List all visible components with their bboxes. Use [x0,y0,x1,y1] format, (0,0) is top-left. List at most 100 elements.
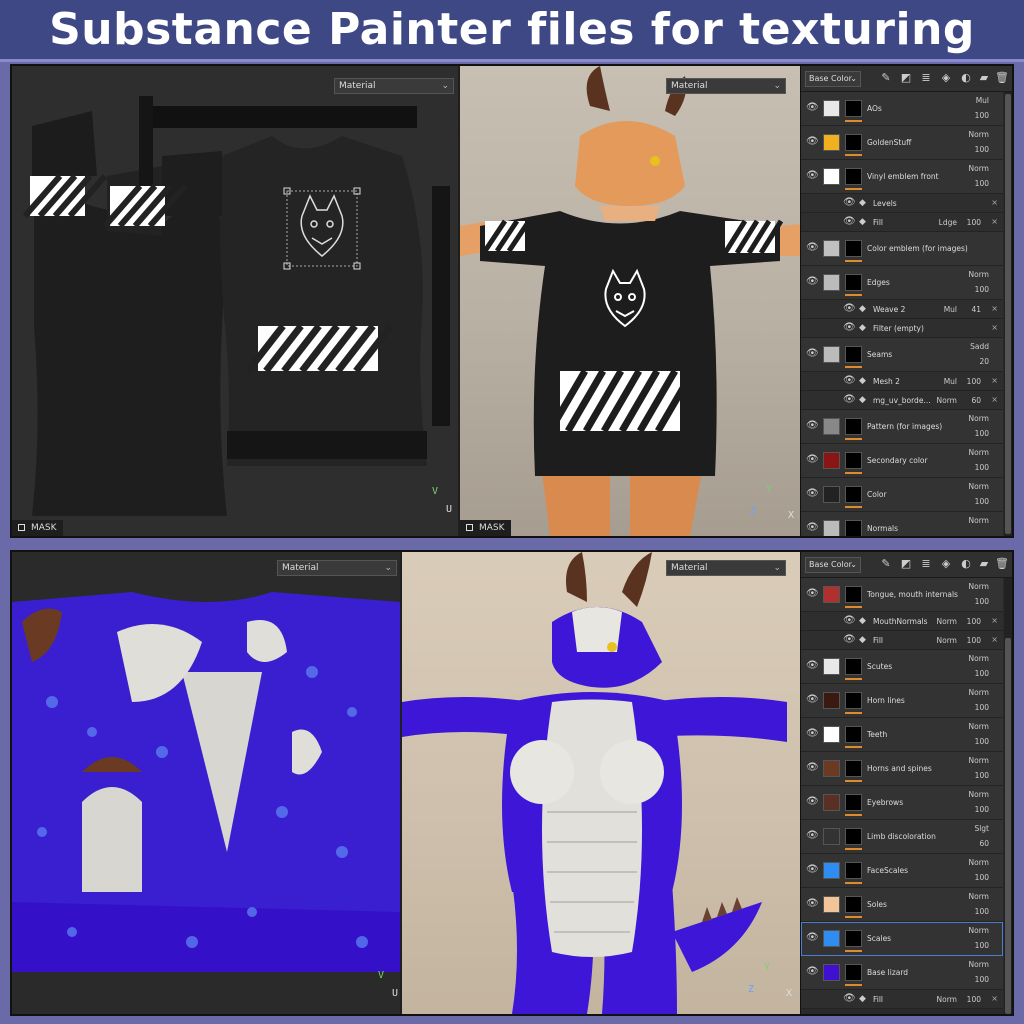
layer-row[interactable]: 👁 Seams Sadd 20 [801,338,1003,372]
blend-mode-dropdown[interactable]: Ldge [939,218,957,227]
layer-row[interactable]: 👁 Secondary color Norm 100 [801,444,1003,478]
blend-mode-dropdown[interactable]: Norm [969,688,989,697]
layer-row[interactable]: 👁 Color Norm 100 [801,478,1003,512]
visibility-eye-icon[interactable]: 👁 [843,375,856,386]
add-fill-icon[interactable]: ◈ [939,557,953,571]
blend-mode-dropdown[interactable]: Norm [937,617,957,626]
visibility-eye-icon[interactable]: 👁 [806,454,819,465]
blend-mode-dropdown[interactable]: Norm [969,582,989,591]
blend-mode-dropdown[interactable]: Norm [969,960,989,969]
opacity-value[interactable]: 100 [975,463,989,472]
remove-effect-icon[interactable]: × [991,635,998,644]
layer-row[interactable]: 👁 Horns and spines Norm 100 [801,752,1003,786]
blend-mode-dropdown[interactable]: Norm [969,482,989,491]
visibility-eye-icon[interactable]: 👁 [806,102,819,113]
visibility-eye-icon[interactable]: 👁 [806,932,819,943]
blend-mode-dropdown[interactable]: Norm [969,892,989,901]
layer-row[interactable]: 👁 Limb discoloration Slgt 60 [801,820,1003,854]
remove-effect-icon[interactable]: × [991,304,998,313]
add-effect-icon[interactable]: ◩ [899,71,913,85]
layer-row[interactable]: 👁 AOs Mul 100 [801,92,1003,126]
3d-viewport-top[interactable]: Material ⌄ Y Z X MASK [460,66,802,536]
visibility-eye-icon[interactable]: 👁 [806,864,819,875]
opacity-value[interactable]: 100 [967,995,981,1004]
blend-mode-dropdown[interactable]: Norm [969,516,989,525]
visibility-eye-icon[interactable]: 👁 [806,170,819,181]
sublayer-row[interactable]: 👁 ◆ Fill Ldge 100 × [801,213,1003,232]
opacity-value[interactable]: 100 [975,285,989,294]
layer-row[interactable]: 👁 Color emblem (for images) [801,232,1003,266]
folder-icon[interactable]: ▰ [977,557,991,571]
visibility-eye-icon[interactable]: 👁 [806,136,819,147]
visibility-eye-icon[interactable]: 👁 [806,660,819,671]
layer-row[interactable]: 👁 GoldenStuff Norm 100 [801,126,1003,160]
blend-mode-dropdown[interactable]: Norm [937,995,957,1004]
visibility-eye-icon[interactable]: 👁 [843,216,856,227]
add-mask-icon[interactable]: ◐ [959,557,973,571]
layer-row[interactable]: 👁 Base lizard Norm 100 [801,956,1003,990]
sublayer-row[interactable]: 👁 ◆ Fill Norm 100 × [801,990,1003,1009]
mask-toggle[interactable]: MASK [12,520,63,536]
paint-brush-icon[interactable]: ✎ [879,71,893,85]
layer-row[interactable]: 👁 Scutes Norm 100 [801,650,1003,684]
opacity-value[interactable]: 100 [975,737,989,746]
remove-effect-icon[interactable]: × [991,198,998,207]
opacity-value[interactable]: 100 [967,377,981,386]
sublayer-row[interactable]: 👁 ◆ Levels × [801,194,1003,213]
layers-scrollbar[interactable] [1004,578,1012,1014]
visibility-eye-icon[interactable]: 👁 [806,898,819,909]
visibility-eye-icon[interactable]: 👁 [806,588,819,599]
opacity-value[interactable]: 100 [975,669,989,678]
opacity-value[interactable]: 20 [979,357,989,366]
visibility-eye-icon[interactable]: 👁 [843,197,856,208]
blend-mode-dropdown[interactable]: Norm [969,414,989,423]
trash-icon[interactable]: 🗑 [995,557,1009,571]
opacity-value[interactable]: 100 [975,429,989,438]
visibility-eye-icon[interactable]: 👁 [806,348,819,359]
visibility-eye-icon[interactable]: 👁 [806,966,819,977]
layers-scrollbar[interactable] [1004,92,1012,536]
blend-mode-dropdown[interactable]: Norm [969,130,989,139]
remove-effect-icon[interactable]: × [991,376,998,385]
blend-mode-dropdown[interactable]: Norm [969,926,989,935]
add-mask-icon[interactable]: ◐ [959,71,973,85]
blend-mode-dropdown[interactable]: Norm [969,756,989,765]
visibility-eye-icon[interactable]: 👁 [843,993,856,1004]
add-layer-icon[interactable]: ≣ [919,557,933,571]
blend-mode-dropdown[interactable]: Norm [937,636,957,645]
visibility-eye-icon[interactable]: 👁 [843,615,856,626]
remove-effect-icon[interactable]: × [991,323,998,332]
visibility-eye-icon[interactable]: 👁 [806,728,819,739]
remove-effect-icon[interactable]: × [991,616,998,625]
layer-row[interactable]: 👁 Scales Norm 100 [801,922,1003,956]
blend-mode-dropdown[interactable]: Slgt [974,824,989,833]
opacity-value[interactable]: 100 [975,771,989,780]
blend-mode-dropdown[interactable]: Mul [944,305,957,314]
visibility-eye-icon[interactable]: 👁 [843,322,856,333]
remove-effect-icon[interactable]: × [991,994,998,1003]
visibility-eye-icon[interactable]: 👁 [806,242,819,253]
sublayer-row[interactable]: 👁 ◆ Filter (empty) × [801,319,1003,338]
blend-mode-dropdown[interactable]: Norm [969,790,989,799]
opacity-value[interactable]: 100 [975,179,989,188]
blend-mode-dropdown[interactable]: Norm [969,722,989,731]
visibility-eye-icon[interactable]: 👁 [806,488,819,499]
visibility-eye-icon[interactable]: 👁 [806,276,819,287]
opacity-value[interactable]: 100 [967,636,981,645]
layer-row[interactable]: 👁 Teeth Norm 100 [801,718,1003,752]
visibility-eye-icon[interactable]: 👁 [806,830,819,841]
visibility-eye-icon[interactable]: 👁 [806,796,819,807]
blend-mode-dropdown[interactable]: Mul [944,377,957,386]
layer-row[interactable]: 👁 Eyebrows Norm 100 [801,786,1003,820]
opacity-value[interactable]: 60 [979,839,989,848]
mask-toggle-3d[interactable]: MASK [460,520,511,536]
sublayer-row[interactable]: 👁 ◆ Fill Norm 100 × [801,631,1003,650]
sublayer-row[interactable]: 👁 ◆ Mesh 2 Mul 100 × [801,372,1003,391]
opacity-value[interactable]: 41 [971,305,981,314]
opacity-value[interactable]: 100 [975,597,989,606]
opacity-value[interactable]: 100 [975,975,989,984]
blend-mode-dropdown[interactable]: Sadd [970,342,989,351]
view-material-dropdown[interactable]: Material ⌄ [666,560,786,576]
add-layer-icon[interactable]: ≣ [919,71,933,85]
visibility-eye-icon[interactable]: 👁 [843,394,856,405]
